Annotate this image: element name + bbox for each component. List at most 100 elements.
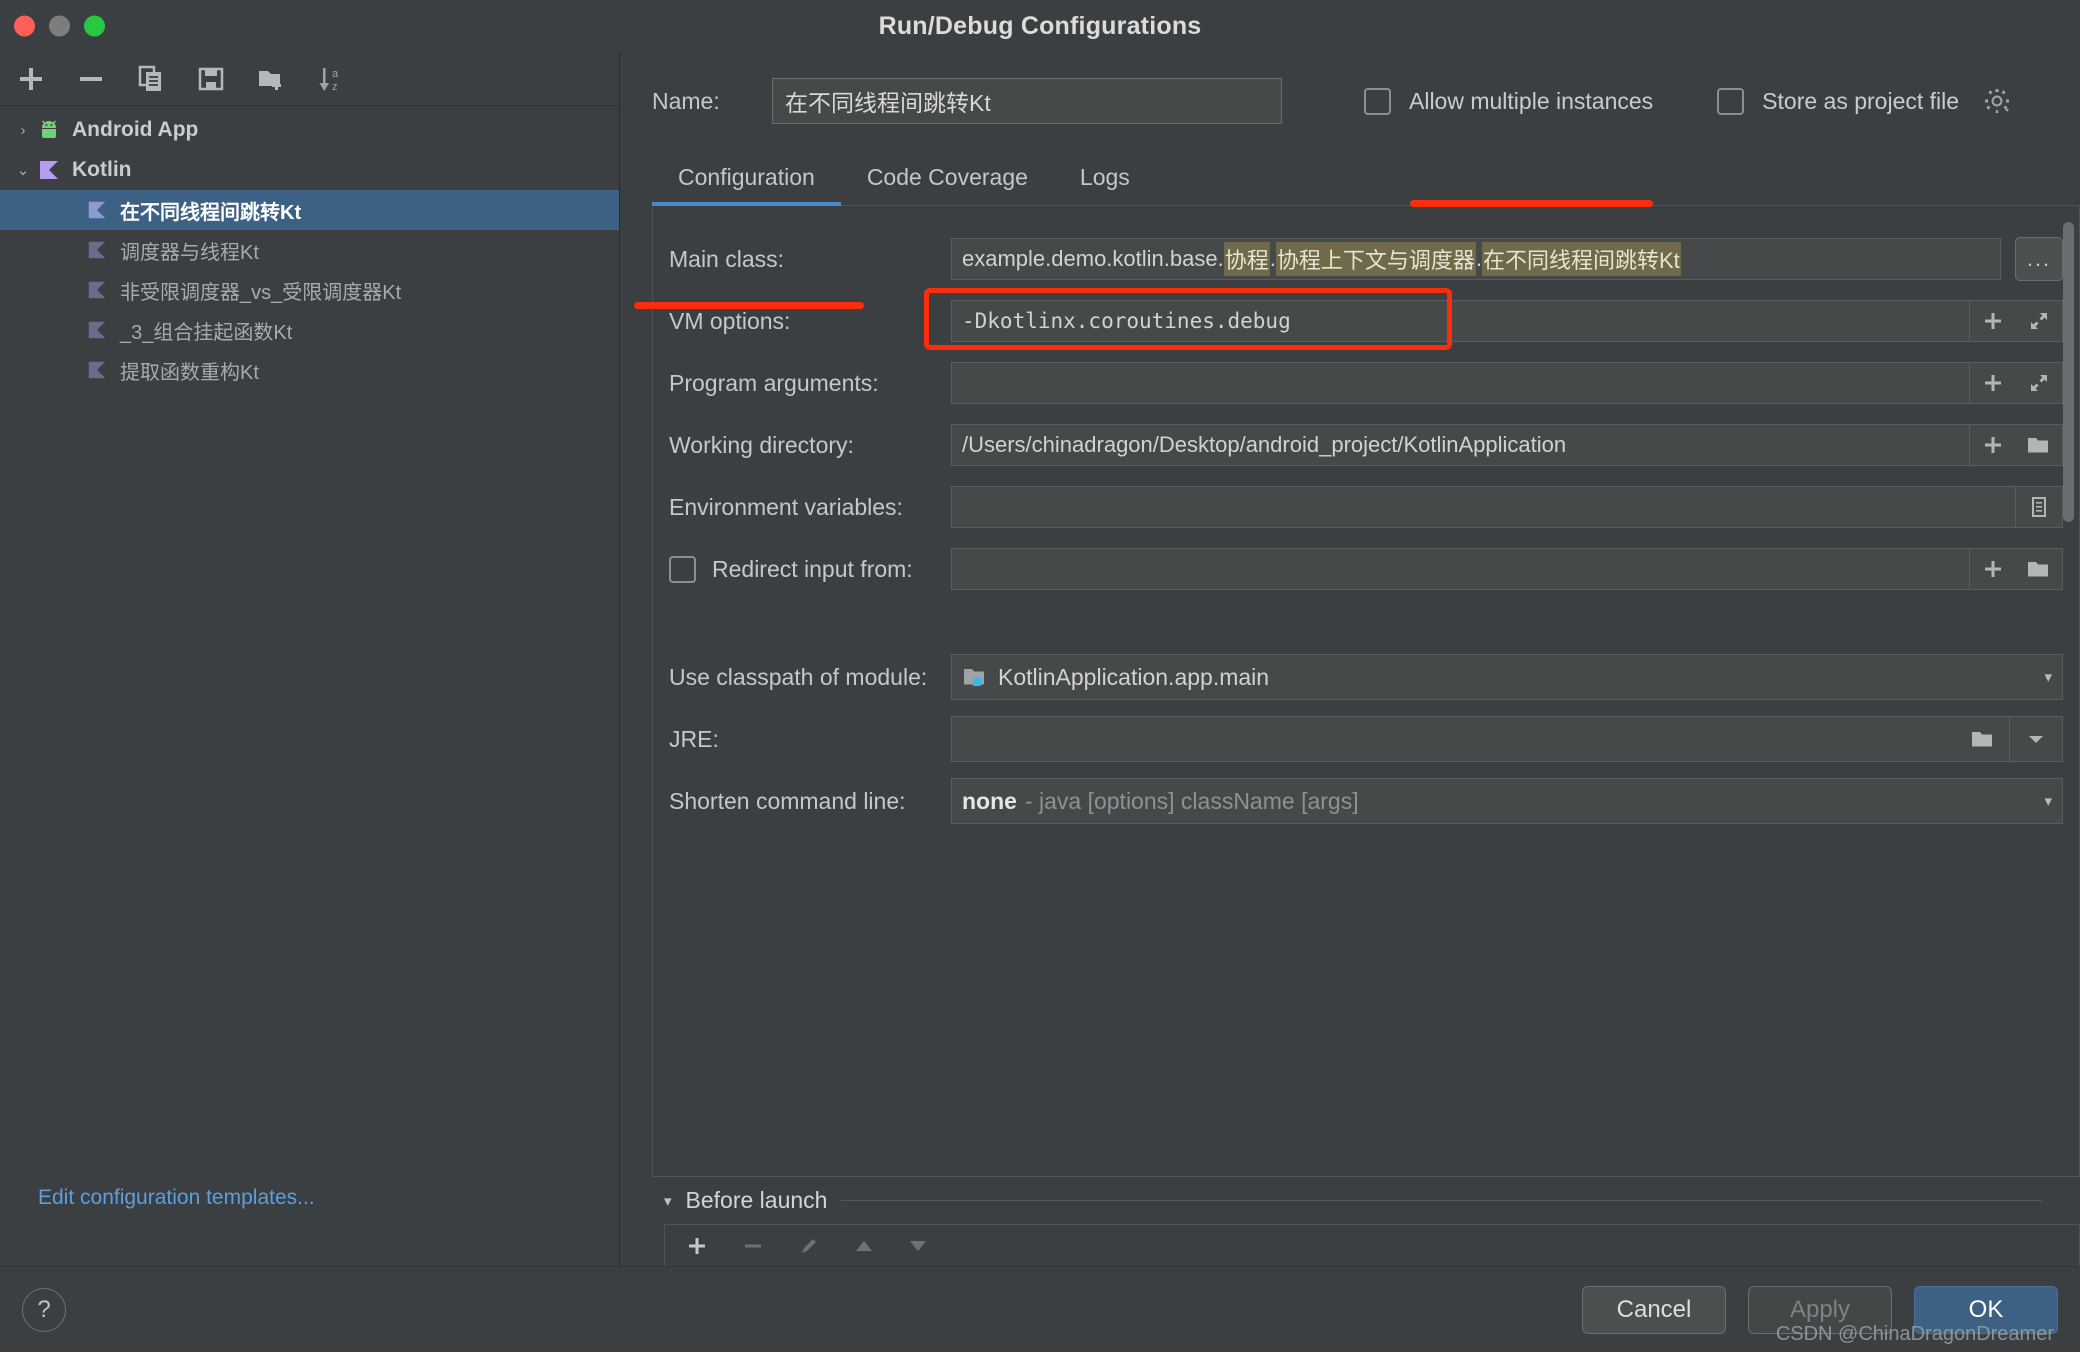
minimize-window-button[interactable] — [49, 15, 70, 37]
main-class-browse-button[interactable]: ... — [2015, 237, 2063, 281]
allow-multiple-instances-box[interactable] — [1364, 87, 1391, 115]
module-classpath-combo[interactable]: KotlinApplication.app.main ▾ — [951, 654, 2063, 700]
form-fields: Main class: example.demo.kotlin.base. 协程.… — [653, 228, 2079, 832]
main-class-row: Main class: example.demo.kotlin.base. 协程.… — [669, 228, 2063, 290]
tree-node-label: 提取函数重构Kt — [120, 361, 259, 384]
store-as-project-file-box[interactable] — [1717, 87, 1745, 115]
configurations-sidebar: a z › Android App ⌄ Kotlin 在不同线程间跳转Kt 调度… — [0, 52, 620, 1266]
working-directory-actions — [1970, 424, 2063, 466]
title-bar: Run/Debug Configurations — [0, 0, 2080, 52]
editor-scrollbar-thumb[interactable] — [2063, 222, 2074, 522]
configuration-form: Main class: example.demo.kotlin.base. 协程.… — [652, 206, 2080, 1177]
editor-scrollbar[interactable] — [2063, 222, 2074, 1272]
kotlin-file-icon — [84, 279, 110, 301]
chevron-down-icon[interactable]: ▾ — [2044, 792, 2052, 810]
vm-options-expand-button[interactable] — [2016, 300, 2062, 342]
chevron-down-icon[interactable]: ▾ — [664, 1192, 672, 1210]
main-class-input[interactable]: example.demo.kotlin.base. 协程. 协程上下文与调度器. 在不… — [951, 238, 2001, 280]
cancel-button[interactable]: Cancel — [1582, 1285, 1726, 1334]
redirect-input-field[interactable] — [951, 548, 1970, 590]
new-folder-button[interactable] — [254, 62, 288, 96]
environment-variables-edit-button[interactable] — [2016, 486, 2062, 528]
remove-task-button[interactable] — [741, 1234, 765, 1258]
working-directory-control: /Users/chinadragon/Desktop/android_proje… — [951, 424, 2063, 466]
kotlin-file-icon — [84, 239, 110, 261]
sidebar-toolbar: a z — [0, 52, 619, 106]
program-arguments-add-macro-button[interactable] — [1970, 362, 2016, 404]
redirect-input-add-macro-button[interactable] — [1970, 548, 2016, 590]
sort-configurations-button[interactable]: a z — [314, 62, 348, 96]
move-task-up-button[interactable] — [853, 1238, 875, 1254]
edit-configuration-templates-link[interactable]: Edit configuration templates... — [38, 1186, 315, 1210]
tree-node-label: 非受限调度器_vs_受限调度器Kt — [120, 281, 402, 304]
save-configuration-button[interactable] — [194, 62, 228, 96]
gear-icon[interactable] — [1983, 87, 2011, 115]
kotlin-file-icon — [84, 319, 110, 341]
working-directory-row: Working directory: /Users/chinadragon/De… — [669, 414, 2063, 476]
redirect-input-label: Redirect input from: — [712, 555, 913, 582]
tree-node-config-5[interactable]: 提取函数重构Kt — [0, 350, 619, 390]
add-configuration-button[interactable] — [14, 62, 48, 96]
jre-row: JRE: — [669, 708, 2063, 770]
working-directory-input[interactable]: /Users/chinadragon/Desktop/android_proje… — [951, 424, 1970, 466]
before-launch-rule — [841, 1200, 2042, 1201]
environment-variables-control — [951, 486, 2063, 528]
store-as-project-file-label: Store as project file — [1762, 87, 1960, 114]
redirect-input-browse-button[interactable] — [2016, 548, 2062, 590]
working-directory-browse-button[interactable] — [2016, 424, 2062, 466]
tab-logs[interactable]: Logs — [1054, 158, 1156, 205]
main-class-seg-1: 协程 — [1223, 242, 1270, 276]
chevron-down-icon[interactable]: ⌄ — [10, 157, 36, 183]
tab-configuration[interactable]: Configuration — [652, 158, 841, 206]
move-task-down-button[interactable] — [907, 1238, 929, 1254]
tree-node-config-selected[interactable]: 在不同线程间跳转Kt — [0, 190, 619, 230]
copy-configuration-button[interactable] — [134, 62, 168, 96]
shorten-command-line-combo[interactable]: none - java [options] className [args] ▾ — [951, 778, 2063, 824]
environment-variables-input[interactable] — [951, 486, 2016, 528]
allow-multiple-instances-checkbox[interactable]: Allow multiple instances — [1364, 87, 1654, 115]
tree-node-config-3[interactable]: 非受限调度器_vs_受限调度器Kt — [0, 270, 619, 310]
allow-multiple-instances-label: Allow multiple instances — [1409, 87, 1654, 114]
configuration-editor-panel: Name: 在不同线程间跳转Kt Allow multiple instance… — [620, 52, 2080, 1266]
program-arguments-input[interactable] — [951, 362, 1970, 404]
tree-node-android-app[interactable]: › Android App — [0, 110, 619, 150]
name-input[interactable]: 在不同线程间跳转Kt — [772, 78, 1282, 124]
module-classpath-label: Use classpath of module: — [669, 663, 928, 690]
vm-options-input[interactable]: -Dkotlinx.coroutines.debug — [951, 300, 1970, 342]
tree-node-kotlin[interactable]: ⌄ Kotlin — [0, 150, 619, 190]
vm-options-control: -Dkotlinx.coroutines.debug — [951, 300, 2063, 342]
add-task-button[interactable] — [685, 1234, 709, 1258]
tree-node-config-4[interactable]: _3_组合挂起函数Kt — [0, 310, 619, 350]
main-class-label: Main class: — [669, 245, 785, 272]
edit-task-button[interactable] — [797, 1234, 821, 1258]
redirect-input-checkbox[interactable] — [669, 555, 696, 583]
vm-options-add-macro-button[interactable] — [1970, 300, 2016, 342]
shorten-command-line-hint: - java [options] className [args] — [1024, 787, 1359, 814]
program-arguments-actions — [1970, 362, 2063, 404]
program-arguments-expand-button[interactable] — [2016, 362, 2062, 404]
jre-browse-button[interactable] — [1957, 717, 2009, 761]
help-button[interactable]: ? — [22, 1287, 66, 1332]
zoom-window-button[interactable] — [84, 15, 105, 37]
remove-configuration-button[interactable] — [74, 62, 108, 96]
close-window-button[interactable] — [14, 15, 35, 37]
chevron-right-icon[interactable]: › — [10, 117, 36, 143]
program-arguments-row: Program arguments: — [669, 352, 2063, 414]
configurations-tree: › Android App ⌄ Kotlin 在不同线程间跳转Kt 调度器与线程… — [0, 106, 619, 1266]
redirect-input-control — [951, 548, 2063, 590]
main-class-seg-2: 协程上下文与调度器 — [1275, 242, 1476, 276]
working-directory-add-macro-button[interactable] — [1970, 424, 2016, 466]
tab-code-coverage[interactable]: Code Coverage — [841, 158, 1054, 205]
main-class-seg-3: 在不同线程间跳转Kt — [1481, 242, 1681, 276]
chevron-down-icon[interactable]: ▾ — [2044, 668, 2052, 686]
svg-text:z: z — [332, 81, 338, 93]
jre-combo[interactable] — [951, 716, 1957, 762]
main-class-prefix: example.demo.kotlin.base. — [962, 246, 1224, 271]
jre-dropdown-button[interactable] — [2010, 717, 2062, 761]
kotlin-file-icon — [84, 359, 110, 381]
before-launch-header[interactable]: ▾ Before launch — [664, 1187, 2080, 1214]
store-as-project-file-checkbox[interactable]: Store as project file — [1717, 87, 2011, 115]
tree-node-config-2[interactable]: 调度器与线程Kt — [0, 230, 619, 270]
before-launch-section: ▾ Before launch — [652, 1177, 2080, 1266]
redirect-input-label-group: Redirect input from: — [669, 555, 951, 583]
